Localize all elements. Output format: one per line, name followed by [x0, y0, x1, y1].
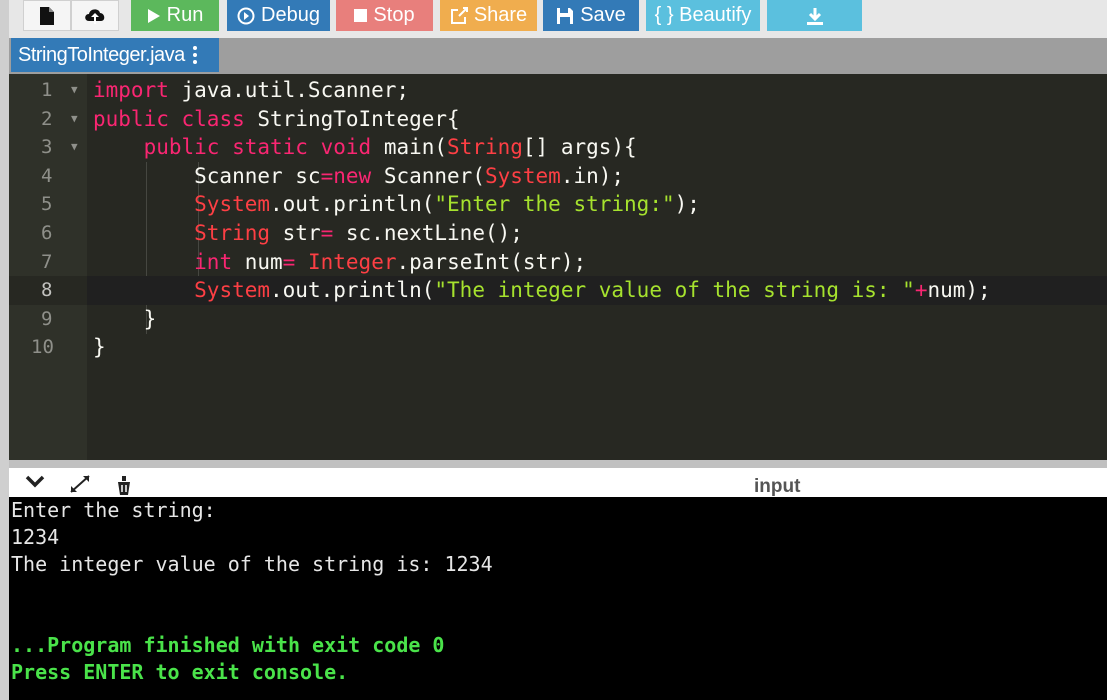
- beautify-button[interactable]: { } Beautify: [646, 0, 760, 31]
- console-line: 1234: [11, 525, 60, 549]
- console-line: Enter the string:: [11, 498, 216, 522]
- play-icon: [147, 8, 161, 24]
- share-button[interactable]: Share: [440, 0, 537, 31]
- code-line-9: }: [93, 306, 157, 331]
- code-editor[interactable]: 1 ▼ 2 ▼ 3 ▼ 4 5 6 7 8 9 10 import java.util…: [9, 74, 1107, 460]
- line-number: 2 ▼: [9, 105, 87, 134]
- line-number: 7: [41, 250, 53, 273]
- fold-arrow-icon: ▼: [71, 140, 78, 154]
- upload-button[interactable]: [71, 0, 119, 31]
- new-file-button[interactable]: [23, 0, 71, 31]
- save-button[interactable]: Save: [543, 0, 639, 31]
- expand-icon[interactable]: [69, 474, 91, 499]
- code-line-5: System.out.println("Enter the string:");: [194, 192, 700, 217]
- fold-arrow-icon: ▼: [71, 111, 78, 125]
- line-number: 5: [41, 193, 53, 216]
- floppy-disk-icon: [556, 7, 574, 25]
- console-input-label: input: [754, 476, 801, 497]
- code-line-2: public class StringToInteger{: [93, 106, 460, 131]
- line-number: 3 ▼: [9, 133, 87, 162]
- toolbar: Run Debug Stop Share Save { } Beautify: [9, 0, 1107, 38]
- line-number: 6: [41, 222, 53, 244]
- code-line-3: public static void main(String[] args){: [143, 135, 637, 160]
- console-line: The integer value of the string is: 1234: [11, 552, 493, 576]
- line-number: 9: [41, 307, 53, 330]
- console-toolbar: input: [9, 460, 1107, 497]
- download-icon: [806, 7, 824, 25]
- stop-button[interactable]: Stop: [336, 0, 433, 31]
- download-button[interactable]: [767, 0, 862, 31]
- console-output[interactable]: Enter the string: 1234 The integer value…: [9, 497, 1107, 700]
- code-line-7: int num= Integer.parseInt(str);: [194, 249, 587, 274]
- file-tab-bar: StringToInteger.java: [9, 38, 1107, 74]
- fold-arrow-icon: ▼: [71, 83, 78, 96]
- line-number-gutter: 1 ▼ 2 ▼ 3 ▼ 4 5 6 7 8 9 10: [9, 74, 87, 460]
- code-line-8: System.out.println("The integer value of…: [87, 276, 1107, 305]
- kebab-menu-icon[interactable]: [192, 46, 197, 64]
- debug-button[interactable]: Debug: [227, 0, 330, 31]
- file-tab-label: StringToInteger.java: [18, 43, 185, 66]
- code-line-4: Scanner sc=new Scanner(System.in);: [93, 163, 625, 188]
- upload-cloud-icon: [83, 6, 107, 26]
- stop-icon: [354, 9, 368, 22]
- left-edge-strip: [0, 0, 9, 700]
- console-exit-message: ...Program finished with exit code 0: [11, 633, 445, 657]
- code-line-1: import java.util.Scanner;: [93, 78, 410, 102]
- file-icon: [39, 6, 55, 26]
- line-number: 4: [41, 164, 53, 187]
- line-number: 1 ▼: [9, 76, 87, 105]
- run-button[interactable]: Run: [131, 0, 219, 31]
- share-icon: [450, 6, 468, 25]
- code-line-10: }: [93, 335, 106, 360]
- line-number: 10: [31, 336, 54, 359]
- file-tab-stringtointeger[interactable]: StringToInteger.java: [11, 38, 219, 72]
- console-press-enter-message: Press ENTER to exit console.: [11, 660, 349, 684]
- code-line-6: String str= sc.nextLine();: [194, 221, 523, 245]
- line-number-active: 8: [9, 276, 87, 305]
- debug-icon: [237, 7, 255, 25]
- chevron-down-icon[interactable]: [25, 474, 45, 493]
